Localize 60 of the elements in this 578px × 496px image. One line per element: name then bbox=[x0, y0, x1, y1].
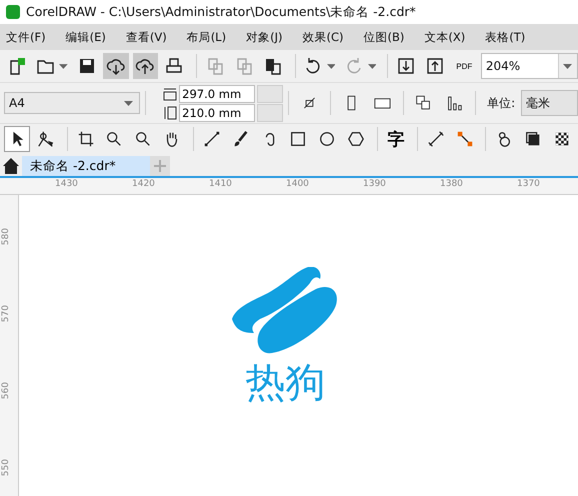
ruler-label: 1430 bbox=[55, 179, 78, 189]
width-icon bbox=[163, 86, 178, 100]
checkerboard-icon bbox=[552, 130, 571, 148]
zoom-combo[interactable]: 204% bbox=[480, 53, 578, 79]
ruler-label: 560 bbox=[2, 382, 11, 400]
menu-item[interactable]: 效果(C) bbox=[296, 30, 350, 44]
ruler-label: 570 bbox=[2, 305, 11, 322]
cloud-up-button[interactable] bbox=[132, 53, 158, 79]
ellipse-icon bbox=[318, 130, 336, 148]
ruler-label: 1380 bbox=[440, 179, 463, 189]
ruler-label: 1410 bbox=[209, 179, 232, 189]
cloud-download-icon bbox=[106, 56, 126, 76]
ruler-label: 1420 bbox=[132, 179, 155, 189]
page-size-combo[interactable]: A4 bbox=[4, 92, 140, 114]
ruler-label: 1370 bbox=[517, 179, 540, 189]
height-icon bbox=[163, 106, 178, 120]
ruler-label: 1400 bbox=[286, 179, 309, 189]
menu-item[interactable]: 文件(F) bbox=[0, 30, 52, 44]
crop-icon bbox=[76, 130, 95, 148]
shadow-icon bbox=[524, 130, 542, 148]
plus-icon bbox=[154, 160, 166, 172]
pick-tool[interactable] bbox=[4, 126, 30, 152]
caret-icon[interactable] bbox=[59, 64, 68, 68]
window-title: CorelDRAW - C:\Users\Administrator\Documents\未命名 -2.cdr* bbox=[26, 4, 416, 20]
caret-icon[interactable] bbox=[563, 64, 572, 68]
width-field[interactable]: 297.0 mm bbox=[179, 84, 256, 102]
menu-item[interactable]: 位图(B) bbox=[357, 30, 410, 44]
node-tool-icon bbox=[36, 130, 55, 148]
caret-icon[interactable] bbox=[326, 64, 336, 68]
height-field[interactable]: 210.0 mm bbox=[179, 104, 256, 122]
menu-item[interactable]: 表格(T) bbox=[479, 30, 532, 44]
text-tool[interactable]: 字 bbox=[382, 126, 409, 152]
document-tab[interactable]: 未命名 -2.cdr* bbox=[22, 156, 150, 176]
menu-item[interactable]: 查看(V) bbox=[120, 30, 173, 44]
line-icon bbox=[202, 130, 221, 148]
zoom-icon bbox=[105, 130, 124, 148]
caret-icon[interactable] bbox=[124, 100, 134, 106]
dimension-icon bbox=[426, 130, 445, 148]
ruler-label: 580 bbox=[2, 228, 11, 246]
units-combo[interactable]: 毫米 bbox=[521, 90, 578, 116]
rectangle-icon bbox=[289, 130, 308, 148]
caption-text: 热狗 bbox=[246, 363, 326, 403]
export-icon bbox=[425, 56, 446, 76]
home-icon[interactable] bbox=[2, 157, 20, 175]
zoom-icon bbox=[134, 130, 152, 148]
menu-item[interactable]: 编辑(E) bbox=[60, 30, 112, 44]
import-icon bbox=[396, 56, 416, 76]
ruler-label: 550 bbox=[2, 459, 11, 476]
ruler-label: 1390 bbox=[363, 179, 386, 189]
hexagon-icon bbox=[347, 130, 366, 148]
app-logo-icon bbox=[6, 5, 20, 19]
units-label: 单位: bbox=[487, 94, 516, 112]
menu-item[interactable]: 布局(L) bbox=[180, 30, 232, 44]
cloud-down-button[interactable] bbox=[103, 53, 129, 79]
pdf-button[interactable]: PDF bbox=[452, 53, 477, 79]
brush-icon bbox=[232, 130, 250, 148]
connector-icon bbox=[456, 130, 474, 148]
menu-item[interactable]: 文本(X) bbox=[418, 30, 472, 44]
menu-item[interactable]: 对象(J) bbox=[240, 30, 288, 44]
cloud-upload-icon bbox=[135, 56, 156, 76]
